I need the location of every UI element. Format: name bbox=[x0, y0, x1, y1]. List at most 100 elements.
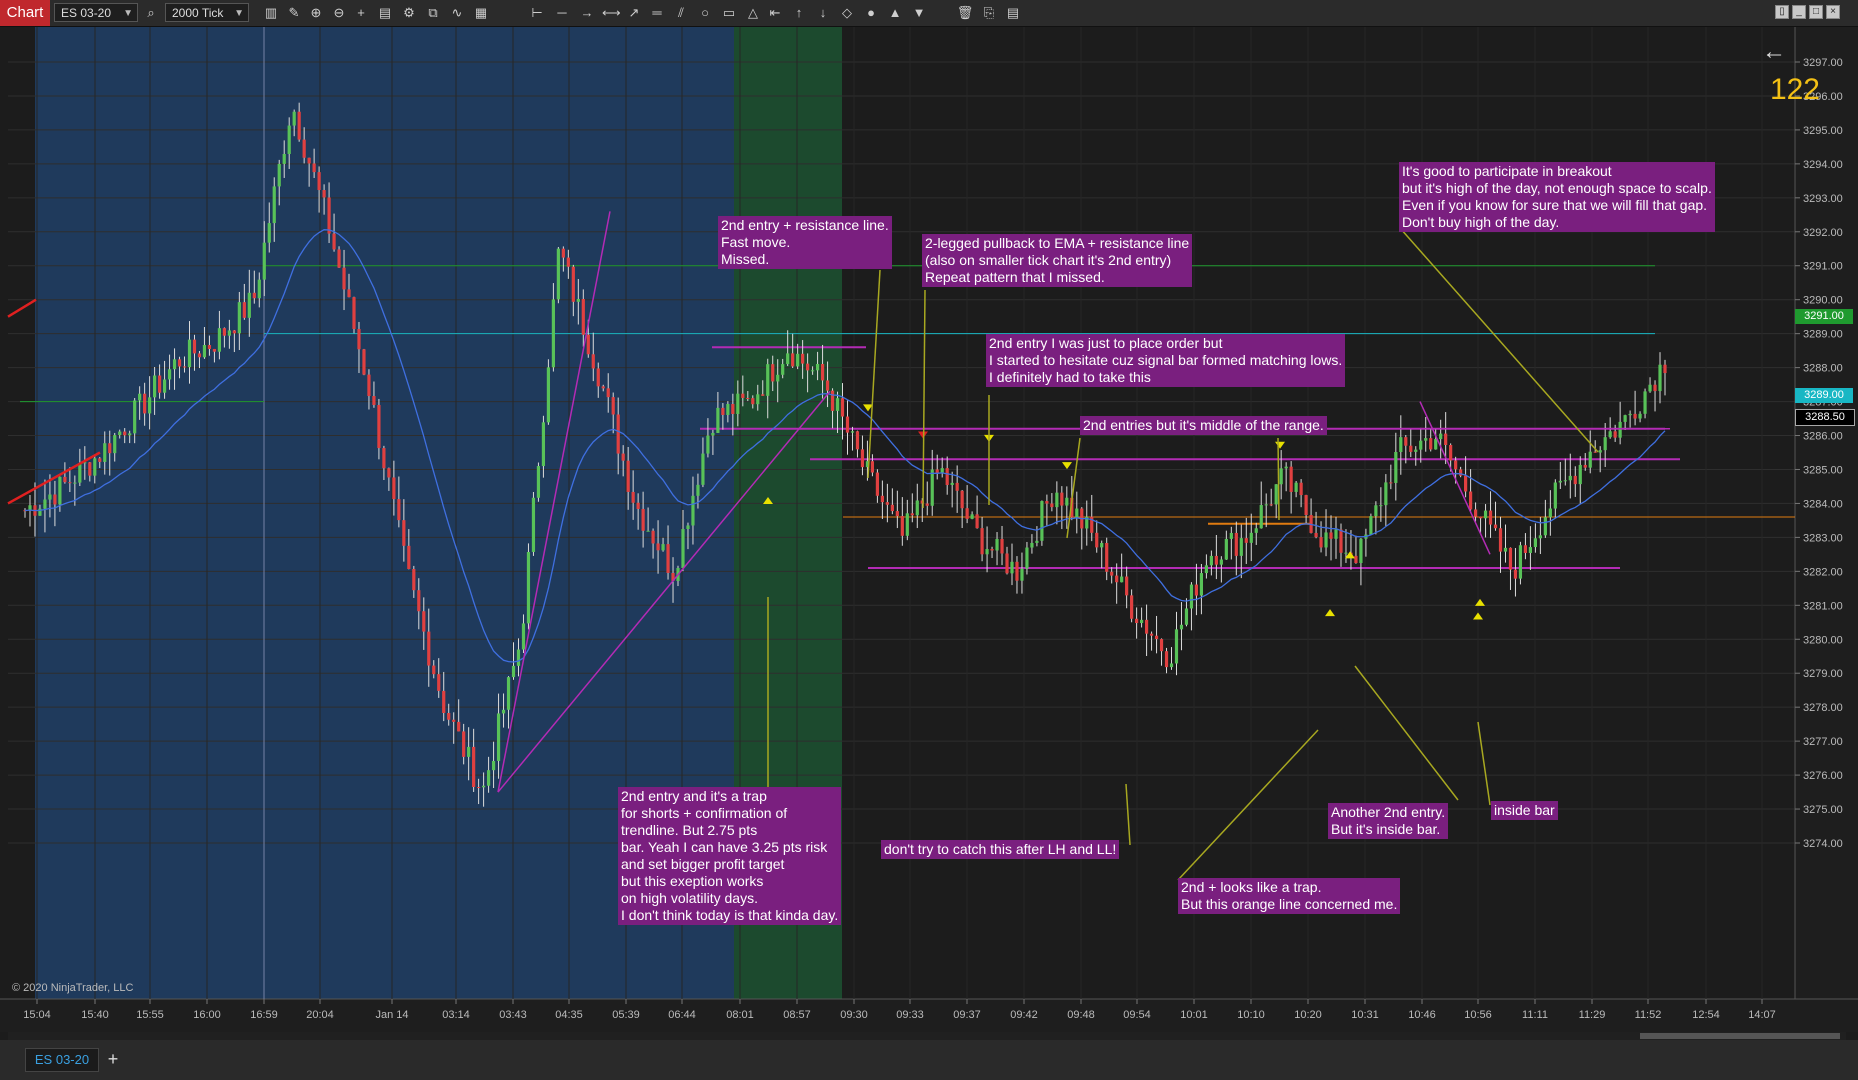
candle-body bbox=[526, 551, 531, 624]
candle-body bbox=[1279, 468, 1283, 485]
candle-body bbox=[905, 513, 909, 536]
candle-body bbox=[1648, 384, 1652, 392]
rectangle-icon[interactable]: ▭ bbox=[720, 4, 738, 22]
candle-body bbox=[516, 649, 521, 666]
candle-body bbox=[88, 462, 92, 476]
candle-body bbox=[806, 363, 810, 371]
candle-body bbox=[900, 516, 904, 536]
tile-window-icon[interactable]: ▯ bbox=[1775, 5, 1789, 19]
back-arrow-icon[interactable]: ← bbox=[1762, 38, 1786, 66]
diamond-icon[interactable]: ◇ bbox=[838, 4, 856, 22]
close-icon[interactable]: × bbox=[1826, 5, 1840, 19]
x-tick-label: 11:11 bbox=[1522, 1009, 1548, 1021]
candle-body bbox=[53, 494, 57, 505]
candle-body bbox=[1409, 445, 1413, 452]
ray-icon[interactable]: → bbox=[578, 4, 596, 22]
x-tick-label: 09:30 bbox=[840, 1009, 868, 1021]
zoom-out-icon[interactable]: ⊖ bbox=[330, 4, 348, 22]
candle-body bbox=[1035, 540, 1039, 543]
candle-body bbox=[1120, 576, 1124, 583]
line-icon[interactable]: ─ bbox=[553, 4, 571, 22]
fib-icon[interactable]: ⫽ bbox=[672, 4, 690, 22]
candle-body bbox=[68, 482, 72, 484]
candle-body bbox=[646, 530, 650, 532]
candle-body bbox=[312, 163, 316, 173]
candle-body bbox=[895, 511, 899, 517]
candle-body bbox=[1139, 619, 1144, 624]
minimize-icon[interactable]: _ bbox=[1792, 5, 1806, 19]
add-tab-icon[interactable]: + bbox=[104, 1048, 122, 1070]
candle-body bbox=[1468, 491, 1473, 510]
crosshair-icon[interactable]: + bbox=[352, 4, 370, 22]
candle-body bbox=[1483, 510, 1488, 519]
ellipse-icon[interactable]: ○ bbox=[696, 4, 714, 22]
copy-icon[interactable]: ⎘ bbox=[980, 4, 998, 22]
annotation-note-4[interactable]: 2nd entries but it's middle of the range… bbox=[1080, 416, 1327, 435]
properties-icon[interactable]: ⚙ bbox=[400, 4, 418, 22]
candle-body bbox=[1488, 510, 1493, 525]
annotation-note-3[interactable]: 2nd entry I was just to place order but … bbox=[986, 334, 1346, 387]
instrument-tab[interactable]: ES 03-20 bbox=[25, 1048, 99, 1072]
candle-body bbox=[1374, 505, 1378, 517]
instrument-selector[interactable]: ES 03-20 ▼ bbox=[54, 3, 138, 22]
arrow-line-icon[interactable]: ↗ bbox=[625, 4, 643, 22]
y-tick-label: 3283.00 bbox=[1803, 532, 1843, 544]
bar-style-icon[interactable]: ▥ bbox=[262, 4, 280, 22]
arrow-up-icon[interactable]: ↑ bbox=[790, 4, 808, 22]
candle-body bbox=[586, 334, 590, 355]
data-box-icon[interactable]: ▤ bbox=[376, 4, 394, 22]
strategies-icon[interactable]: ∿ bbox=[448, 4, 466, 22]
annotation-note-1[interactable]: 2nd entry + resistance line. Fast move. … bbox=[718, 216, 892, 269]
dot-icon[interactable]: ● bbox=[862, 4, 880, 22]
template-icon[interactable]: ▤ bbox=[1004, 4, 1022, 22]
chart-trader-icon[interactable]: ▦ bbox=[472, 4, 490, 22]
triangle-icon[interactable]: △ bbox=[744, 4, 762, 22]
candle-body bbox=[566, 257, 570, 267]
candle-body bbox=[726, 403, 730, 415]
arrow-down-icon[interactable]: ↓ bbox=[814, 4, 832, 22]
extended-line-icon[interactable]: ⟷ bbox=[602, 4, 621, 22]
copyright-text: © 2020 NinjaTrader, LLC bbox=[12, 982, 134, 994]
triangle-up-icon[interactable]: ▲ bbox=[886, 4, 904, 22]
annotation-note-7[interactable]: don't try to catch this after LH and LL! bbox=[881, 840, 1120, 859]
candle-body bbox=[1269, 504, 1273, 506]
candle-body bbox=[78, 462, 82, 483]
scrollbar-thumb[interactable] bbox=[1640, 1033, 1840, 1039]
candle-body bbox=[1354, 555, 1358, 564]
candle-body bbox=[1459, 469, 1463, 476]
candle-body bbox=[267, 223, 271, 243]
candle-body bbox=[1209, 555, 1213, 566]
maximize-icon[interactable]: □ bbox=[1809, 5, 1823, 19]
horizontal-line-icon[interactable]: ═ bbox=[648, 4, 666, 22]
chart-window-tab[interactable]: Chart bbox=[0, 0, 50, 26]
interval-selector[interactable]: 2000 Tick ▼ bbox=[165, 3, 249, 22]
ruler-icon[interactable]: ⊢ bbox=[528, 4, 546, 22]
indicators-icon[interactable]: ⧉ bbox=[424, 4, 442, 22]
candle-body bbox=[1449, 445, 1453, 461]
candle-body bbox=[1299, 482, 1303, 496]
candle-body bbox=[776, 374, 780, 382]
annotation-note-9[interactable]: Another 2nd entry. But it's inside bar. bbox=[1328, 803, 1449, 839]
draw-icon[interactable]: ✎ bbox=[285, 4, 303, 22]
candle-body bbox=[93, 458, 97, 476]
bar-counter: 122 bbox=[1769, 73, 1820, 106]
y-tick-label: 3282.00 bbox=[1803, 566, 1843, 578]
annotation-note-5[interactable]: It's good to participate in breakout but… bbox=[1399, 162, 1715, 232]
annotation-note-6[interactable]: 2nd entry and it's a trap for shorts + c… bbox=[618, 787, 842, 925]
annotation-note-10[interactable]: inside bar bbox=[1491, 801, 1558, 820]
search-icon[interactable]: ⌕ bbox=[142, 4, 160, 22]
arrow-left-icon[interactable]: ⇤ bbox=[766, 4, 784, 22]
trash-icon[interactable]: 🗑 bbox=[956, 4, 974, 22]
zoom-in-icon[interactable]: ⊕ bbox=[307, 4, 325, 22]
horizontal-scrollbar[interactable] bbox=[8, 1032, 1846, 1040]
annotation-note-2[interactable]: 2-legged pullback to EMA + resistance li… bbox=[922, 234, 1193, 287]
candle-body bbox=[1424, 438, 1428, 441]
triangle-down-icon[interactable]: ▼ bbox=[910, 4, 928, 22]
candle-body bbox=[1603, 437, 1607, 451]
candle-body bbox=[1503, 547, 1508, 552]
annotation-note-8[interactable]: 2nd + looks like a trap. But this orange… bbox=[1178, 878, 1401, 914]
candle-body bbox=[1125, 576, 1129, 596]
candle-body bbox=[1105, 542, 1109, 572]
candle-body bbox=[596, 368, 600, 387]
candle-body bbox=[1050, 503, 1054, 508]
